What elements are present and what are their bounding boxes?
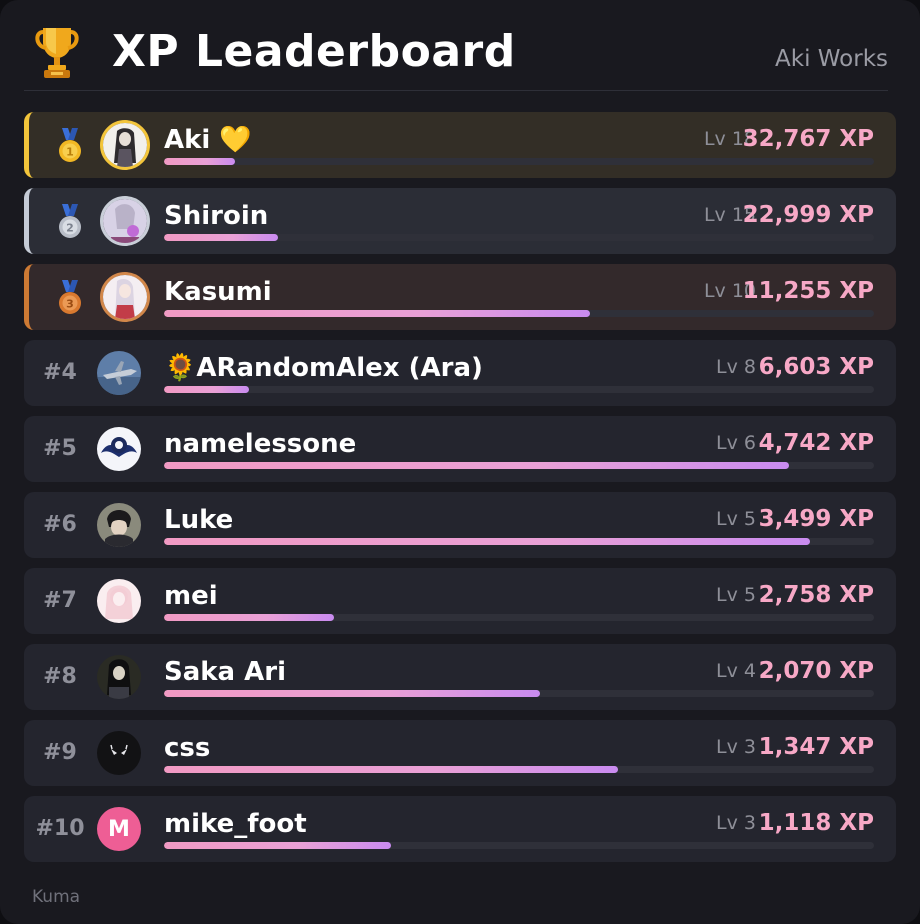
leaderboard-header: XP Leaderboard Aki Works [24, 18, 888, 91]
xp-progress-fill [164, 690, 541, 697]
user-xp: 3,499 XP [758, 506, 874, 532]
silver-medal-icon: 2 [59, 204, 81, 238]
svg-text:3: 3 [66, 298, 74, 311]
leaderboard-row[interactable]: #8 Saka Ari Lv 4 2,070 XP [24, 644, 896, 710]
footer-bot-name: Kuma [32, 887, 81, 907]
user-xp: 32,767 XP [742, 126, 874, 152]
avatar-letter: M [108, 816, 130, 842]
user-xp: 1,347 XP [758, 734, 874, 760]
avatar [100, 120, 150, 170]
user-xp: 4,742 XP [758, 430, 874, 456]
xp-progress-fill [164, 234, 278, 241]
avatar [100, 196, 150, 246]
avatar [97, 731, 141, 775]
xp-progress-fill [164, 158, 235, 165]
user-name: mei [164, 581, 218, 611]
user-xp: 22,999 XP [742, 202, 874, 228]
server-name: Aki Works [775, 46, 888, 72]
xp-progress-bar [164, 158, 874, 165]
xp-progress-bar [164, 234, 874, 241]
user-level: Lv 3 [716, 736, 756, 758]
user-level: Lv 5 [716, 584, 756, 606]
xp-progress-bar [164, 842, 874, 849]
rank-label: #10 [35, 816, 85, 841]
xp-progress-bar [164, 766, 874, 773]
xp-progress-fill [164, 462, 789, 469]
xp-progress-bar [164, 462, 874, 469]
svg-text:2: 2 [66, 222, 74, 235]
xp-progress-fill [164, 842, 392, 849]
user-name: css [164, 733, 211, 763]
avatar [97, 351, 141, 395]
rank-label: #6 [43, 512, 77, 537]
user-name: 🌻ARandomAlex (Ara) [164, 353, 483, 383]
user-xp: 1,118 XP [758, 810, 874, 836]
user-name: Saka Ari [164, 657, 287, 687]
user-xp: 2,070 XP [758, 658, 874, 684]
avatar [97, 655, 141, 699]
user-level: Lv 5 [716, 508, 756, 530]
user-name: Aki 💛 [164, 125, 252, 155]
bronze-medal-icon: 3 [59, 280, 81, 314]
xp-progress-fill [164, 766, 619, 773]
leaderboard-row[interactable]: #5 namelessone Lv 6 4,742 XP [24, 416, 896, 482]
leaderboard-row[interactable]: #4 🌻ARandomAlex (Ara) Lv 8 6,603 XP [24, 340, 896, 406]
rank-label: #4 [43, 360, 77, 385]
user-level: Lv 8 [716, 356, 756, 378]
leaderboard-row[interactable]: 1 Aki 💛 Lv 18 32,767 XP [24, 112, 896, 178]
user-xp: 11,255 XP [742, 278, 874, 304]
rank-label: #9 [43, 740, 77, 765]
user-level: Lv 4 [716, 660, 756, 682]
leaderboard-row[interactable]: 2 Shiroin Lv 15 22,999 XP [24, 188, 896, 254]
user-name: Kasumi [164, 277, 272, 307]
xp-progress-bar [164, 614, 874, 621]
user-name: Luke [164, 505, 234, 535]
avatar: M [97, 807, 141, 851]
svg-text:1: 1 [66, 146, 74, 159]
trophy-icon [35, 28, 79, 78]
gold-medal-icon: 1 [59, 128, 81, 162]
xp-progress-fill [164, 538, 811, 545]
user-level: Lv 6 [716, 432, 756, 454]
page-title: XP Leaderboard [112, 26, 516, 77]
xp-progress-bar [164, 538, 874, 545]
avatar [100, 272, 150, 322]
xp-progress-bar [164, 690, 874, 697]
leaderboard-row[interactable]: 3 Kasumi Lv 10 11,255 XP [24, 264, 896, 330]
xp-progress-bar [164, 310, 874, 317]
avatar [97, 579, 141, 623]
rank-label: #5 [43, 436, 77, 461]
user-name: mike_foot [164, 809, 307, 839]
leaderboard-row[interactable]: #9 css Lv 3 1,347 XP [24, 720, 896, 786]
leaderboard-card: XP Leaderboard Aki Works 1 Aki 💛 Lv 18 3… [0, 0, 920, 924]
user-xp: 2,758 XP [758, 582, 874, 608]
rank-label: #7 [43, 588, 77, 613]
leaderboard-row[interactable]: #7 mei Lv 5 2,758 XP [24, 568, 896, 634]
avatar [97, 503, 141, 547]
xp-progress-fill [164, 614, 335, 621]
leaderboard-row[interactable]: #10 M mike_foot Lv 3 1,118 XP [24, 796, 896, 862]
rank-label: #8 [43, 664, 77, 689]
user-level: Lv 3 [716, 812, 756, 834]
leaderboard-row[interactable]: #6 Luke Lv 5 3,499 XP [24, 492, 896, 558]
xp-progress-fill [164, 386, 250, 393]
user-xp: 6,603 XP [758, 354, 874, 380]
xp-progress-bar [164, 386, 874, 393]
xp-progress-fill [164, 310, 590, 317]
user-name: namelessone [164, 429, 357, 459]
avatar [97, 427, 141, 471]
user-name: Shiroin [164, 201, 269, 231]
